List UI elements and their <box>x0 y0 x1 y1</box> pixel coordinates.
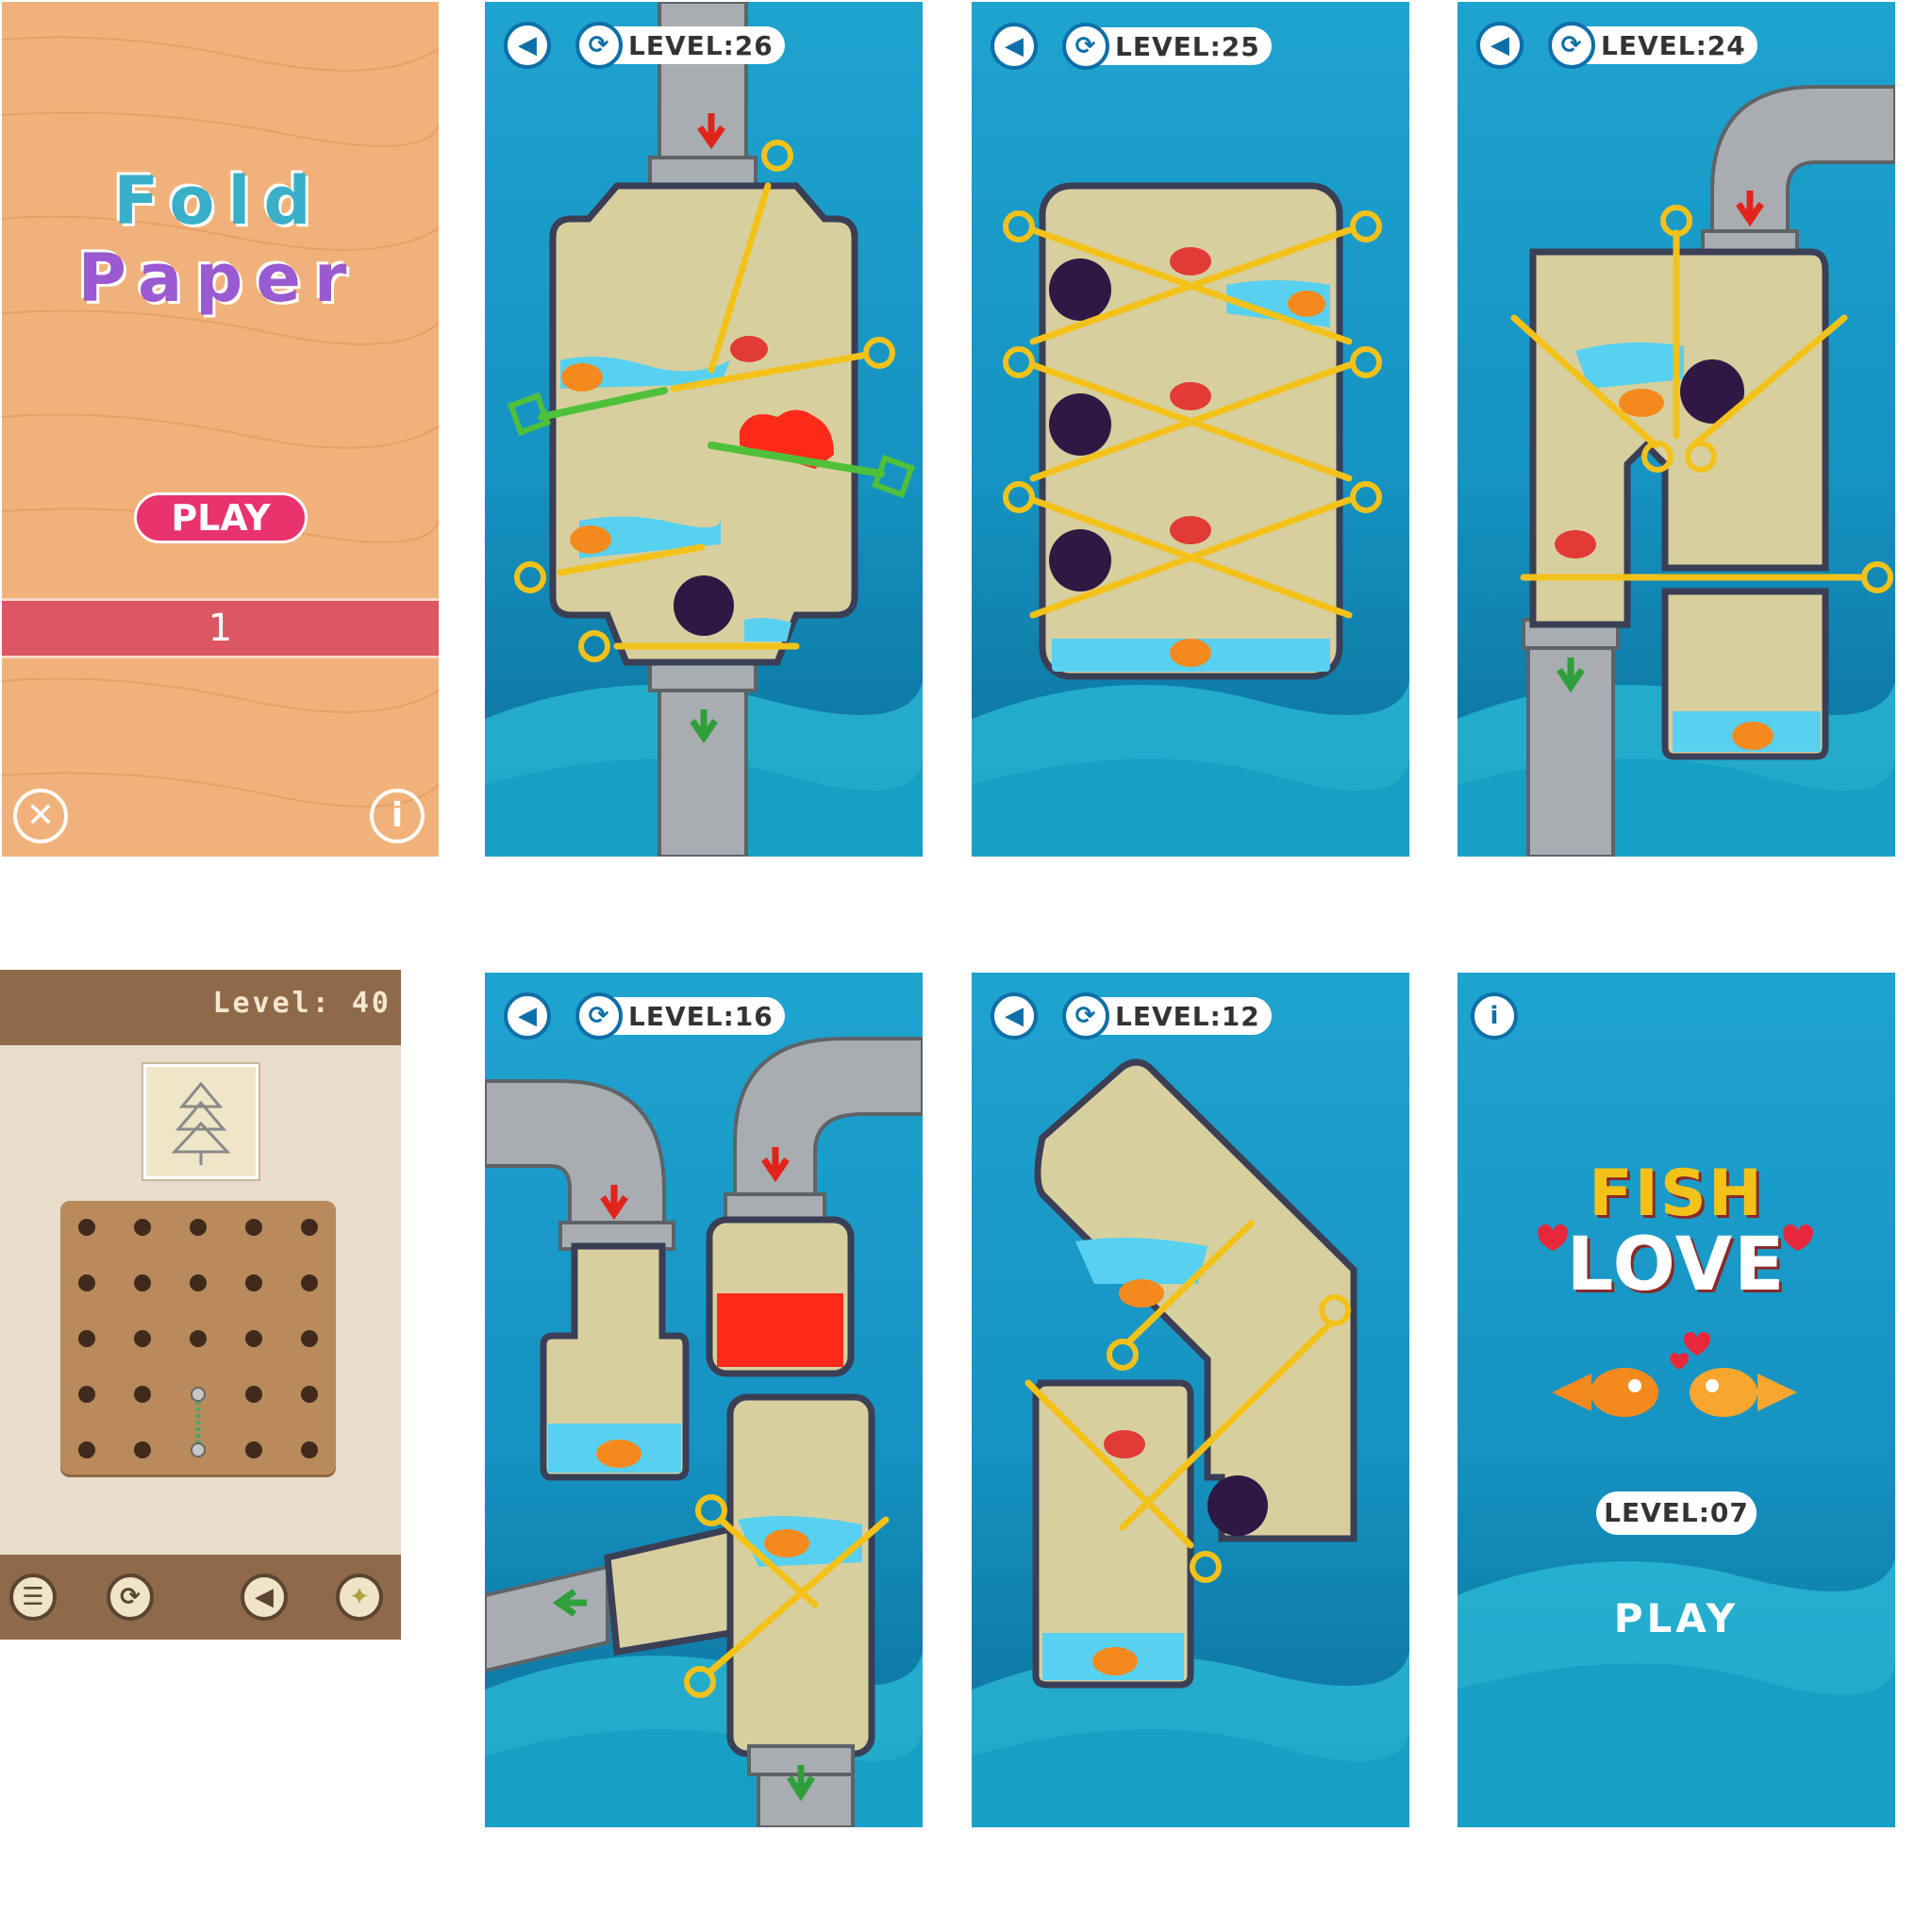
level-label: LEVEL:12 <box>1115 1000 1260 1032</box>
level-indicator: ⟳ LEVEL:25 <box>1062 23 1272 70</box>
level-label: Level: 40 <box>212 987 391 1020</box>
back-icon: ◀ <box>255 1583 274 1611</box>
title-word-paper: Paper <box>77 240 360 317</box>
back-button[interactable]: ◀ <box>504 992 551 1040</box>
level-indicator: ⟳ LEVEL:12 <box>1062 992 1272 1040</box>
wood-texture <box>2 36 439 808</box>
level-indicator: ⟳ LEVEL:26 <box>575 22 785 69</box>
back-icon: ◀ <box>1491 31 1509 59</box>
header-bar: Level: 40 <box>0 970 401 1045</box>
close-button[interactable]: ✕ <box>13 789 68 843</box>
game-title: FISH LOVE <box>1457 1157 1895 1307</box>
back-button[interactable]: ◀ <box>991 992 1038 1040</box>
back-button[interactable]: ◀ <box>991 23 1038 70</box>
info-icon: i <box>391 796 404 835</box>
level-label: LEVEL:25 <box>1115 30 1260 62</box>
level-number: 1 <box>208 607 233 650</box>
back-icon: ◀ <box>1005 32 1024 60</box>
level-indicator: ⟳ LEVEL:24 <box>1548 22 1757 69</box>
restart-button[interactable]: ⟳ <box>107 1574 154 1621</box>
title-word-fold: Fold <box>113 162 325 240</box>
target-pattern-card <box>143 1064 258 1179</box>
back-icon: ◀ <box>1005 1002 1024 1030</box>
puzzle-board <box>485 973 923 1827</box>
play-button[interactable]: PLAY <box>1582 1591 1771 1647</box>
close-icon: ✕ <box>25 796 56 835</box>
level-label: LEVEL:16 <box>628 1000 774 1032</box>
hint-icon: ✦ <box>349 1583 370 1611</box>
restart-icon[interactable]: ⟳ <box>1062 992 1109 1040</box>
string-art-screen: Level: 40 ☰ ⟳ ◀ ✦ <box>0 970 401 1640</box>
level-indicator: LEVEL:07 <box>1596 1491 1757 1535</box>
back-button[interactable]: ◀ <box>504 22 551 69</box>
level-26-screen: ◀ ⟳ LEVEL:26 <box>485 2 923 857</box>
play-button[interactable]: PLAY <box>134 492 308 543</box>
level-25-screen: ◀ ⟳ LEVEL:25 <box>972 2 1409 857</box>
crab-icon <box>730 336 768 362</box>
fish-love-screen: i FISH LOVE LEVEL:07 PLAY <box>1457 973 1895 1827</box>
fold-paper-screen: Fold Paper PLAY 1 ✕ i <box>2 2 439 857</box>
level-label: LEVEL:26 <box>628 29 774 61</box>
back-button[interactable]: ◀ <box>1476 22 1524 69</box>
back-button[interactable]: ◀ <box>241 1574 288 1621</box>
level-label: LEVEL:24 <box>1601 29 1746 61</box>
puzzle-board <box>485 2 923 857</box>
level-12-screen: ◀ ⟳ LEVEL:12 <box>972 973 1409 1827</box>
title-fish: FISH <box>1589 1157 1764 1231</box>
tree-icon <box>171 1081 231 1165</box>
restart-icon[interactable]: ⟳ <box>1548 22 1595 69</box>
level-16-screen: ◀ ⟳ LEVEL:16 <box>485 973 923 1827</box>
info-button[interactable]: i <box>370 789 425 843</box>
level-24-screen: ◀ ⟳ LEVEL:24 <box>1457 2 1895 857</box>
title-love: LOVE <box>1566 1223 1787 1307</box>
level-indicator: ⟳ LEVEL:16 <box>575 992 785 1040</box>
restart-icon[interactable]: ⟳ <box>575 992 623 1040</box>
level-band: 1 <box>2 598 439 658</box>
hint-button[interactable]: ✦ <box>336 1574 383 1621</box>
title-background <box>1457 973 1895 1827</box>
info-button[interactable]: i <box>1471 992 1518 1040</box>
back-icon: ◀ <box>518 1002 537 1030</box>
puzzle-board <box>1457 2 1895 857</box>
bottom-toolbar: ☰ ⟳ ◀ ✦ <box>0 1555 401 1640</box>
restart-icon[interactable]: ⟳ <box>575 22 623 69</box>
info-icon: i <box>1490 1002 1499 1030</box>
restart-icon: ⟳ <box>120 1583 141 1611</box>
menu-icon: ☰ <box>22 1583 44 1611</box>
restart-icon[interactable]: ⟳ <box>1062 23 1109 70</box>
menu-button[interactable]: ☰ <box>9 1574 57 1621</box>
game-title: Fold Paper <box>58 162 379 317</box>
peg-board <box>60 1201 336 1474</box>
puzzle-board <box>972 2 1409 857</box>
puzzle-board <box>972 973 1409 1827</box>
back-icon: ◀ <box>518 31 537 59</box>
